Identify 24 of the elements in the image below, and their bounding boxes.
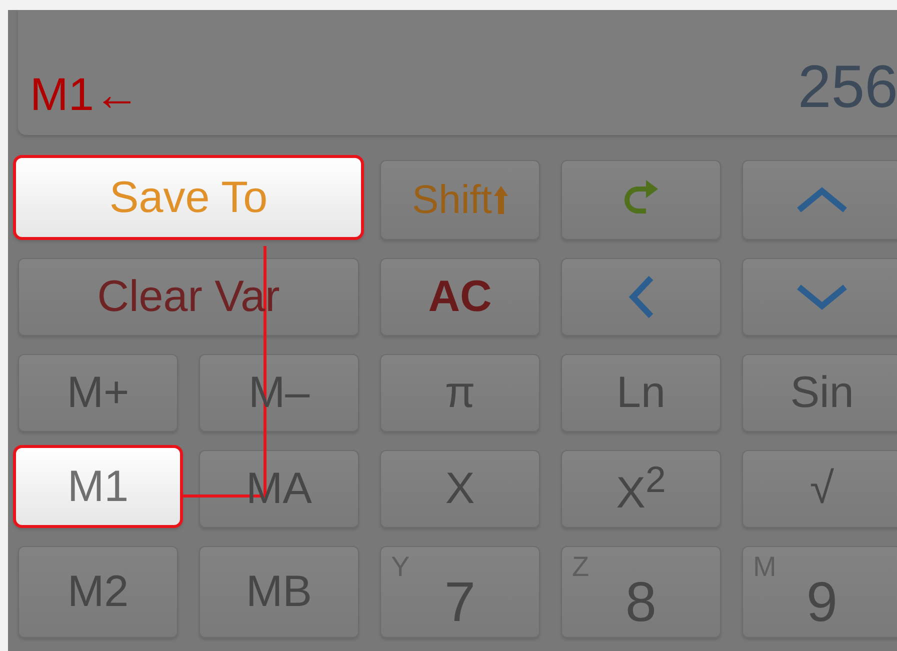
chevron-left-icon (628, 275, 654, 319)
calculator-key[interactable]: π (380, 354, 540, 432)
calculator-key[interactable]: M2 (18, 546, 178, 638)
chevron-up-icon (796, 187, 848, 213)
calculator-key[interactable]: Save To (13, 155, 364, 240)
calculator-key[interactable]: MB (199, 546, 359, 638)
calculator-key[interactable]: AC (380, 258, 540, 336)
chevron-down-icon (796, 284, 848, 310)
calculator-key[interactable]: Sin (742, 354, 897, 432)
display-value: 256 (798, 52, 897, 121)
calculator-key[interactable] (742, 258, 897, 336)
calculator-key[interactable]: √ (742, 450, 897, 528)
calculator-key[interactable]: X (380, 450, 540, 528)
calculator-key[interactable]: Ln (561, 354, 721, 432)
calculator-key[interactable]: M1 (13, 445, 183, 528)
memory-indicator: M1← (30, 67, 140, 121)
calculator-key[interactable]: Shift (380, 160, 540, 240)
calculator-key[interactable]: M+ (18, 354, 178, 432)
calculator-key[interactable]: X$^{2}$ (561, 450, 721, 528)
calculator-key[interactable] (561, 160, 721, 240)
arrow-up-icon (494, 186, 508, 214)
calculator-key[interactable] (742, 160, 897, 240)
calculator-key[interactable]: MA (199, 450, 359, 528)
calculator-key[interactable] (561, 258, 721, 336)
